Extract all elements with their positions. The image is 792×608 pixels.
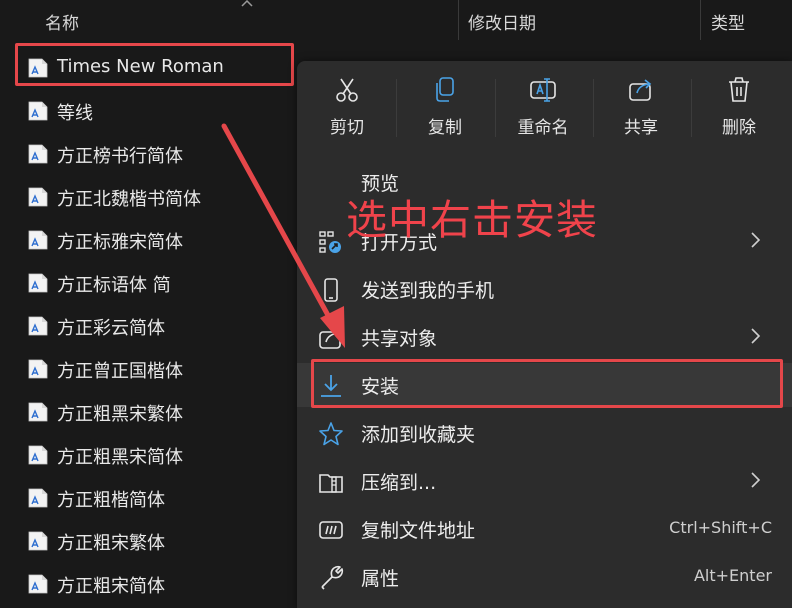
menu-item-label: 属性	[361, 568, 400, 590]
file-name: 方正粗宋繁体	[57, 533, 165, 554]
rename-icon	[530, 78, 556, 102]
share-button[interactable]: 共享	[596, 76, 686, 146]
file-row[interactable]: 方正粗黑宋简体	[0, 434, 300, 477]
file-name: 方正标语体 简	[57, 275, 171, 296]
menu-item-label: 发送到我的手机	[361, 280, 495, 302]
file-row[interactable]: 方正粗宋简体	[0, 563, 300, 606]
font-file-icon	[28, 230, 48, 250]
menu-item-label: 共享对象	[361, 328, 438, 350]
menu-item-share-with[interactable]: 共享对象	[297, 315, 792, 359]
menu-item-properties[interactable]: 属性 Alt+Enter	[297, 555, 792, 599]
divider	[593, 79, 594, 137]
menu-item-label: 添加到收藏夹	[361, 424, 476, 446]
file-name: 方正粗黑宋简体	[57, 447, 183, 468]
file-row[interactable]: 方正粗宋繁体	[0, 520, 300, 563]
cut-button[interactable]: 剪切	[302, 76, 392, 146]
divider	[691, 79, 692, 137]
menu-item-label: 压缩到...	[361, 472, 437, 494]
font-file-icon	[28, 187, 48, 207]
font-file-icon	[28, 402, 48, 422]
annotation-text: 选中右击安装	[346, 196, 598, 244]
file-row[interactable]: 方正粗黑宋繁体	[0, 391, 300, 434]
copy-button[interactable]: 复制	[400, 76, 490, 146]
file-name: 方正北魏楷书简体	[57, 189, 201, 210]
font-file-icon	[28, 316, 48, 336]
chevron-right-icon	[751, 328, 761, 344]
share-icon	[629, 79, 652, 101]
zip-icon	[319, 474, 343, 493]
selected-file-highlight	[15, 43, 294, 86]
file-row[interactable]: 方正粗楷简体	[0, 477, 300, 520]
install-highlight	[311, 359, 783, 408]
font-file-icon	[28, 101, 48, 121]
delete-icon	[729, 77, 749, 102]
copy-label: 复制	[428, 118, 462, 138]
file-name: 方正粗楷简体	[57, 490, 165, 511]
open-with-icon	[319, 231, 341, 253]
menu-item-add-favorites[interactable]: 添加到收藏夹	[297, 411, 792, 455]
menu-item-send-to-phone[interactable]: 发送到我的手机	[297, 267, 792, 311]
font-file-icon	[28, 273, 48, 293]
file-name: 方正标雅宋简体	[57, 232, 183, 253]
font-file-icon	[28, 574, 48, 594]
font-file-icon	[28, 144, 48, 164]
phone-icon	[324, 278, 338, 302]
font-file-icon	[28, 445, 48, 465]
file-row[interactable]: 方正榜书行简体	[0, 133, 300, 176]
file-name: 方正曾正国楷体	[57, 361, 183, 382]
chevron-right-icon	[751, 232, 761, 248]
file-name: 方正粗黑宋繁体	[57, 404, 183, 425]
star-icon	[319, 422, 343, 446]
menu-item-label: 复制文件地址	[361, 520, 476, 542]
divider	[495, 79, 496, 137]
cut-icon	[336, 78, 358, 102]
rename-label: 重命名	[517, 118, 569, 138]
column-header: 名称 修改日期 类型	[0, 0, 792, 40]
context-menu: 剪切 复制 重命名 共享 删除 预览 打开方式 发送到我的手机 共享对象 安装 …	[297, 61, 792, 608]
column-divider[interactable]	[700, 0, 701, 40]
cut-label: 剪切	[330, 118, 364, 138]
file-row[interactable]: 方正彩云简体	[0, 305, 300, 348]
font-file-icon	[28, 359, 48, 379]
sort-up-icon	[241, 0, 253, 7]
delete-button[interactable]: 删除	[694, 76, 784, 146]
file-name: 方正彩云简体	[57, 318, 165, 339]
menu-item-compress[interactable]: 压缩到...	[297, 459, 792, 503]
menu-item-copy-path[interactable]: 复制文件地址 Ctrl+Shift+C	[297, 507, 792, 551]
font-file-icon	[28, 531, 48, 551]
file-name: 方正粗宋简体	[57, 576, 165, 597]
file-row[interactable]: 方正标雅宋简体	[0, 219, 300, 262]
share-with-icon	[319, 328, 342, 349]
wrench-icon	[321, 565, 344, 590]
copy-path-icon	[319, 521, 343, 539]
rename-button[interactable]: 重命名	[498, 76, 588, 146]
file-row[interactable]: 方正北魏楷书简体	[0, 176, 300, 219]
shortcut-label: Alt+Enter	[693, 566, 772, 585]
file-row[interactable]: 等线	[0, 90, 300, 133]
font-file-icon	[28, 488, 48, 508]
column-date-header[interactable]: 修改日期	[468, 9, 536, 34]
share-label: 共享	[624, 118, 658, 138]
file-row[interactable]: 方正标语体 简	[0, 262, 300, 305]
column-type-header[interactable]: 类型	[711, 9, 745, 34]
chevron-right-icon	[751, 472, 761, 488]
column-divider[interactable]	[458, 0, 459, 40]
copy-icon	[436, 77, 454, 102]
file-list: Times New Roman 等线 方正榜书行简体 方正北魏楷书简体 方正标雅宋简体方…	[0, 47, 300, 606]
file-row[interactable]: 方正曾正国楷体	[0, 348, 300, 391]
column-name-header[interactable]: 名称	[45, 9, 79, 34]
divider	[396, 79, 397, 137]
file-name: 等线	[57, 103, 93, 124]
delete-label: 删除	[722, 118, 756, 138]
file-name: 方正榜书行简体	[57, 146, 183, 167]
shortcut-label: Ctrl+Shift+C	[669, 518, 772, 537]
